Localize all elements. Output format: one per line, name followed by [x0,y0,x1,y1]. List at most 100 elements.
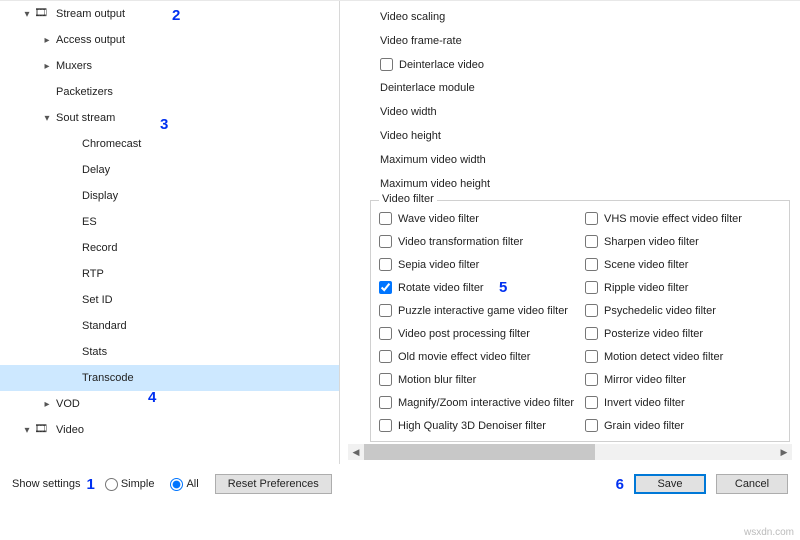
checkbox-label: Old movie effect video filter [398,351,530,363]
checkbox-input[interactable] [379,350,392,363]
tree-label: Video [54,424,84,436]
tree-es[interactable]: ES [0,209,339,235]
filter-checkbox[interactable]: Wave video filter [379,207,575,230]
radio-all[interactable]: All [170,478,198,491]
tree-sout-stream[interactable]: ▾Sout stream [0,105,339,131]
filter-column-left: Wave video filterVideo transformation fi… [379,207,575,437]
stream-icon [34,6,50,22]
deinterlace-video-checkbox[interactable]: Deinterlace video [380,53,800,76]
chevron-right-icon: ▸ [40,61,54,72]
filter-checkbox[interactable]: Video post processing filter [379,322,575,345]
tree-label: ES [80,216,97,228]
checkbox-label: Sepia video filter [398,259,479,271]
filter-checkbox[interactable]: VHS movie effect video filter [585,207,781,230]
filter-checkbox[interactable]: Old movie effect video filter [379,345,575,368]
radio-input[interactable] [170,478,183,491]
tree-standard[interactable]: Standard [0,313,339,339]
scroll-thumb[interactable] [364,444,595,460]
scroll-left-icon[interactable]: ◀ [348,444,364,460]
tree-access-output[interactable]: ▸Access output [0,27,339,53]
horizontal-scrollbar[interactable]: ◀ ▶ [348,444,792,460]
row-max-video-height: Maximum video height [380,172,800,196]
filter-checkbox[interactable]: Mirror video filter [585,368,781,391]
filter-checkbox[interactable]: Motion blur filter [379,368,575,391]
filter-checkbox[interactable]: Motion detect video filter [585,345,781,368]
checkbox-label: Rotate video filter [398,282,484,294]
checkbox-input[interactable] [585,327,598,340]
filter-checkbox[interactable]: Sharpen video filter [585,230,781,253]
tree-transcode[interactable]: Transcode [0,365,339,391]
video-filter-group: Video filter Wave video filterVideo tran… [370,200,790,442]
filter-checkbox[interactable]: Magnify/Zoom interactive video filter [379,391,575,414]
tree-packetizers[interactable]: Packetizers [0,79,339,105]
checkbox-input[interactable] [379,327,392,340]
show-settings-label: Show settings [12,478,80,490]
filter-checkbox[interactable]: Scene video filter [585,253,781,276]
checkbox-input[interactable] [379,258,392,271]
tree-stats[interactable]: Stats [0,339,339,365]
checkbox-label: Motion blur filter [398,374,476,386]
annotation-1: 1 [86,476,94,493]
row-deinterlace-module: Deinterlace module [380,76,800,100]
tree-record[interactable]: Record [0,235,339,261]
checkbox-input[interactable] [585,350,598,363]
checkbox-input[interactable] [379,419,392,432]
checkbox-input[interactable] [379,281,392,294]
checkbox-label: Magnify/Zoom interactive video filter [398,397,574,409]
checkbox-input[interactable] [585,419,598,432]
scroll-right-icon[interactable]: ▶ [776,444,792,460]
tree-label: Transcode [80,372,134,384]
checkbox-input[interactable] [379,212,392,225]
checkbox-input[interactable] [585,304,598,317]
row-max-video-width: Maximum video width [380,148,800,172]
checkbox-label: VHS movie effect video filter [604,213,742,225]
checkbox-input[interactable] [379,304,392,317]
tree-label: Stream output [54,8,125,20]
tree-set-id[interactable]: Set ID [0,287,339,313]
row-label: Video scaling [380,11,445,23]
filter-checkbox[interactable]: Puzzle interactive game video filter [379,299,575,322]
filter-checkbox[interactable]: Psychedelic video filter [585,299,781,322]
checkbox-input[interactable] [585,396,598,409]
category-tree[interactable]: ▾Stream output ▸Access output ▸Muxers Pa… [0,1,340,464]
filter-checkbox[interactable]: Posterize video filter [585,322,781,345]
tree-stream-output[interactable]: ▾Stream output [0,1,339,27]
scroll-track[interactable] [364,444,776,460]
checkbox-input[interactable] [585,281,598,294]
tree-vod[interactable]: ▸VOD [0,391,339,417]
tree-video[interactable]: ▾Video [0,417,339,443]
checkbox-input[interactable] [585,212,598,225]
radio-label: All [186,478,198,490]
checkbox-label: Ripple video filter [604,282,688,294]
tree-label: Display [80,190,118,202]
checkbox-input[interactable] [380,58,393,71]
row-label: Deinterlace module [380,82,475,94]
radio-input[interactable] [105,478,118,491]
checkbox-input[interactable] [585,373,598,386]
filter-checkbox[interactable]: Ripple video filter [585,276,781,299]
reset-preferences-button[interactable]: Reset Preferences [215,474,332,494]
cancel-button[interactable]: Cancel [716,474,788,494]
radio-simple[interactable]: Simple [105,478,155,491]
filter-checkbox[interactable]: High Quality 3D Denoiser filter [379,414,575,437]
tree-muxers[interactable]: ▸Muxers [0,53,339,79]
tree-chromecast[interactable]: Chromecast [0,131,339,157]
row-video-frame-rate: Video frame-rate [380,29,800,53]
tree-display[interactable]: Display [0,183,339,209]
filter-checkbox[interactable]: Video transformation filter [379,230,575,253]
checkbox-input[interactable] [379,396,392,409]
filter-checkbox[interactable]: Invert video filter [585,391,781,414]
checkbox-label: Invert video filter [604,397,685,409]
checkbox-label: Motion detect video filter [604,351,723,363]
filter-checkbox[interactable]: Sepia video filter [379,253,575,276]
checkbox-input[interactable] [585,235,598,248]
tree-rtp[interactable]: RTP [0,261,339,287]
radio-label: Simple [121,478,155,490]
checkbox-input[interactable] [585,258,598,271]
filter-checkbox[interactable]: Rotate video filter [379,276,575,299]
tree-delay[interactable]: Delay [0,157,339,183]
save-button[interactable]: Save [634,474,706,494]
checkbox-input[interactable] [379,373,392,386]
checkbox-input[interactable] [379,235,392,248]
filter-checkbox[interactable]: Grain video filter [585,414,781,437]
